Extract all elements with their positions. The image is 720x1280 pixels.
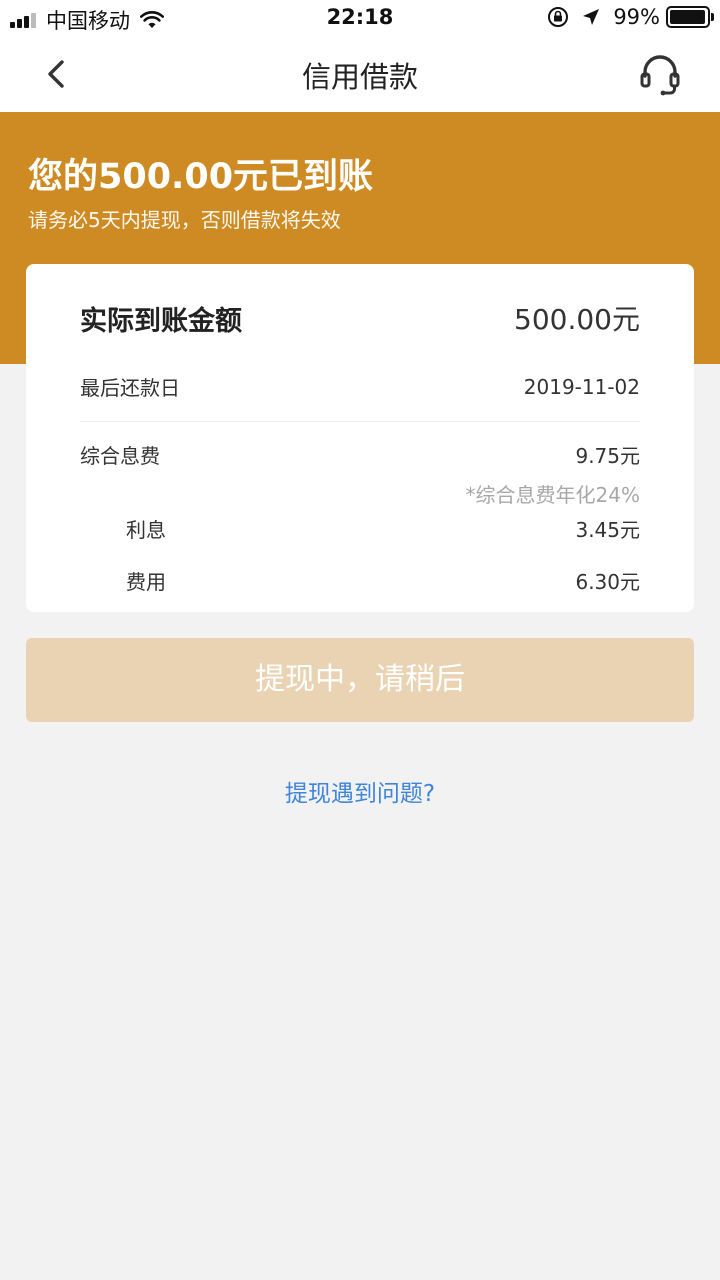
nav-bar: 信用借款 [0,36,720,112]
battery-icon [666,6,714,28]
amount-label: 实际到账金额 [80,305,242,337]
location-arrow-icon [583,9,600,25]
interest-label: 利息 [126,518,166,542]
amount-row: 实际到账金额 500.00元 [80,298,640,338]
fee-label: 综合息费 [80,444,160,468]
withdraw-button[interactable]: 提现中，请稍后 [26,638,694,722]
cost-label: 费用 [126,570,166,594]
loan-detail-card: 实际到账金额 500.00元 最后还款日 2019-11-02 综合息费 9.7… [26,264,694,612]
headset-icon[interactable] [638,52,682,96]
interest-value: 3.45元 [575,518,640,542]
cost-value: 6.30元 [575,570,640,594]
status-bar: 中国移动 22:18 99% [0,0,720,36]
withdraw-help-link[interactable]: 提现遇到问题? [0,774,720,808]
cost-row: 费用 6.30元 [80,566,640,595]
due-date-value: 2019-11-02 [523,374,640,399]
status-right: 99% [547,5,714,29]
fee-value-block: 9.75元 *综合息费年化24% [466,440,640,508]
due-date-row: 最后还款日 2019-11-02 [80,372,640,401]
interest-row: 利息 3.45元 [80,514,640,543]
rotation-lock-icon [548,7,569,27]
page-title: 信用借款 [301,60,418,94]
fee-value: 9.75元 [575,444,640,468]
amount-value: 500.00元 [514,303,640,336]
banner-subtitle: 请务必5天内提现，否则借款将失效 [28,208,341,232]
divider [80,421,640,422]
due-date-label: 最后还款日 [80,376,180,400]
battery-percent: 99% [613,5,660,29]
fee-row: 综合息费 9.75元 *综合息费年化24% [80,440,640,508]
banner-title: 您的500.00元已到账 [28,157,374,197]
fee-rate-note: *综合息费年化24% [465,483,640,507]
